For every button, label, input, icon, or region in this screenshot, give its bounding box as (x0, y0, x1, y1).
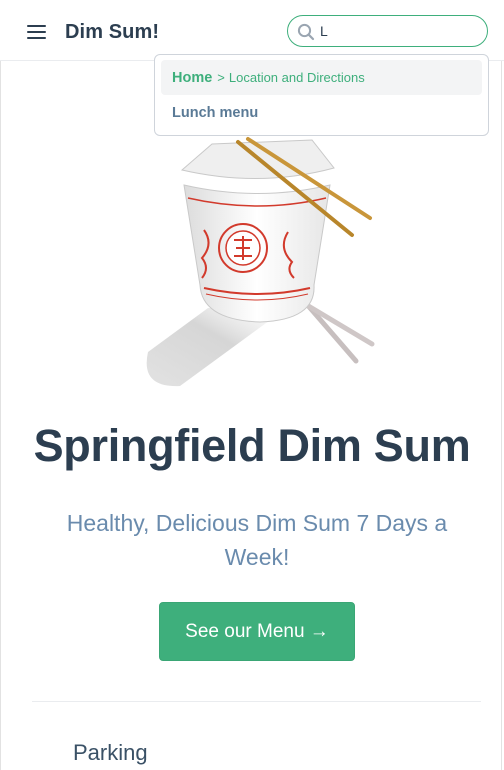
feature-title-parking: Parking (73, 740, 148, 765)
see-menu-button[interactable]: See our Menu → (159, 602, 355, 661)
suggestion-lunch-menu[interactable]: Lunch menu (161, 95, 482, 130)
takeout-box-illustration (146, 137, 375, 387)
suggestion-separator: > (217, 70, 225, 85)
suggestion-page-title: Lunch menu (172, 104, 259, 121)
search-input[interactable] (320, 16, 480, 46)
suggestion-home-location[interactable]: Home > Location and Directions (161, 60, 482, 95)
search-suggestions: Home > Location and Directions Lunch men… (154, 54, 489, 136)
hamburger-menu-icon[interactable] (27, 24, 46, 40)
suggestion-header-title: Location and Directions (228, 70, 365, 85)
search-icon (297, 23, 315, 41)
hero-description: Healthy, Delicious Dim Sum 7 Days a Week… (66, 510, 448, 570)
search-box[interactable] (287, 15, 488, 47)
features-divider (32, 701, 481, 702)
navbar: Dim Sum! (0, 0, 504, 61)
hero-title: Springfield Dim Sum (33, 420, 471, 471)
site-title-link[interactable]: Dim Sum! (65, 21, 159, 44)
suggestion-page-title: Home (172, 69, 213, 86)
